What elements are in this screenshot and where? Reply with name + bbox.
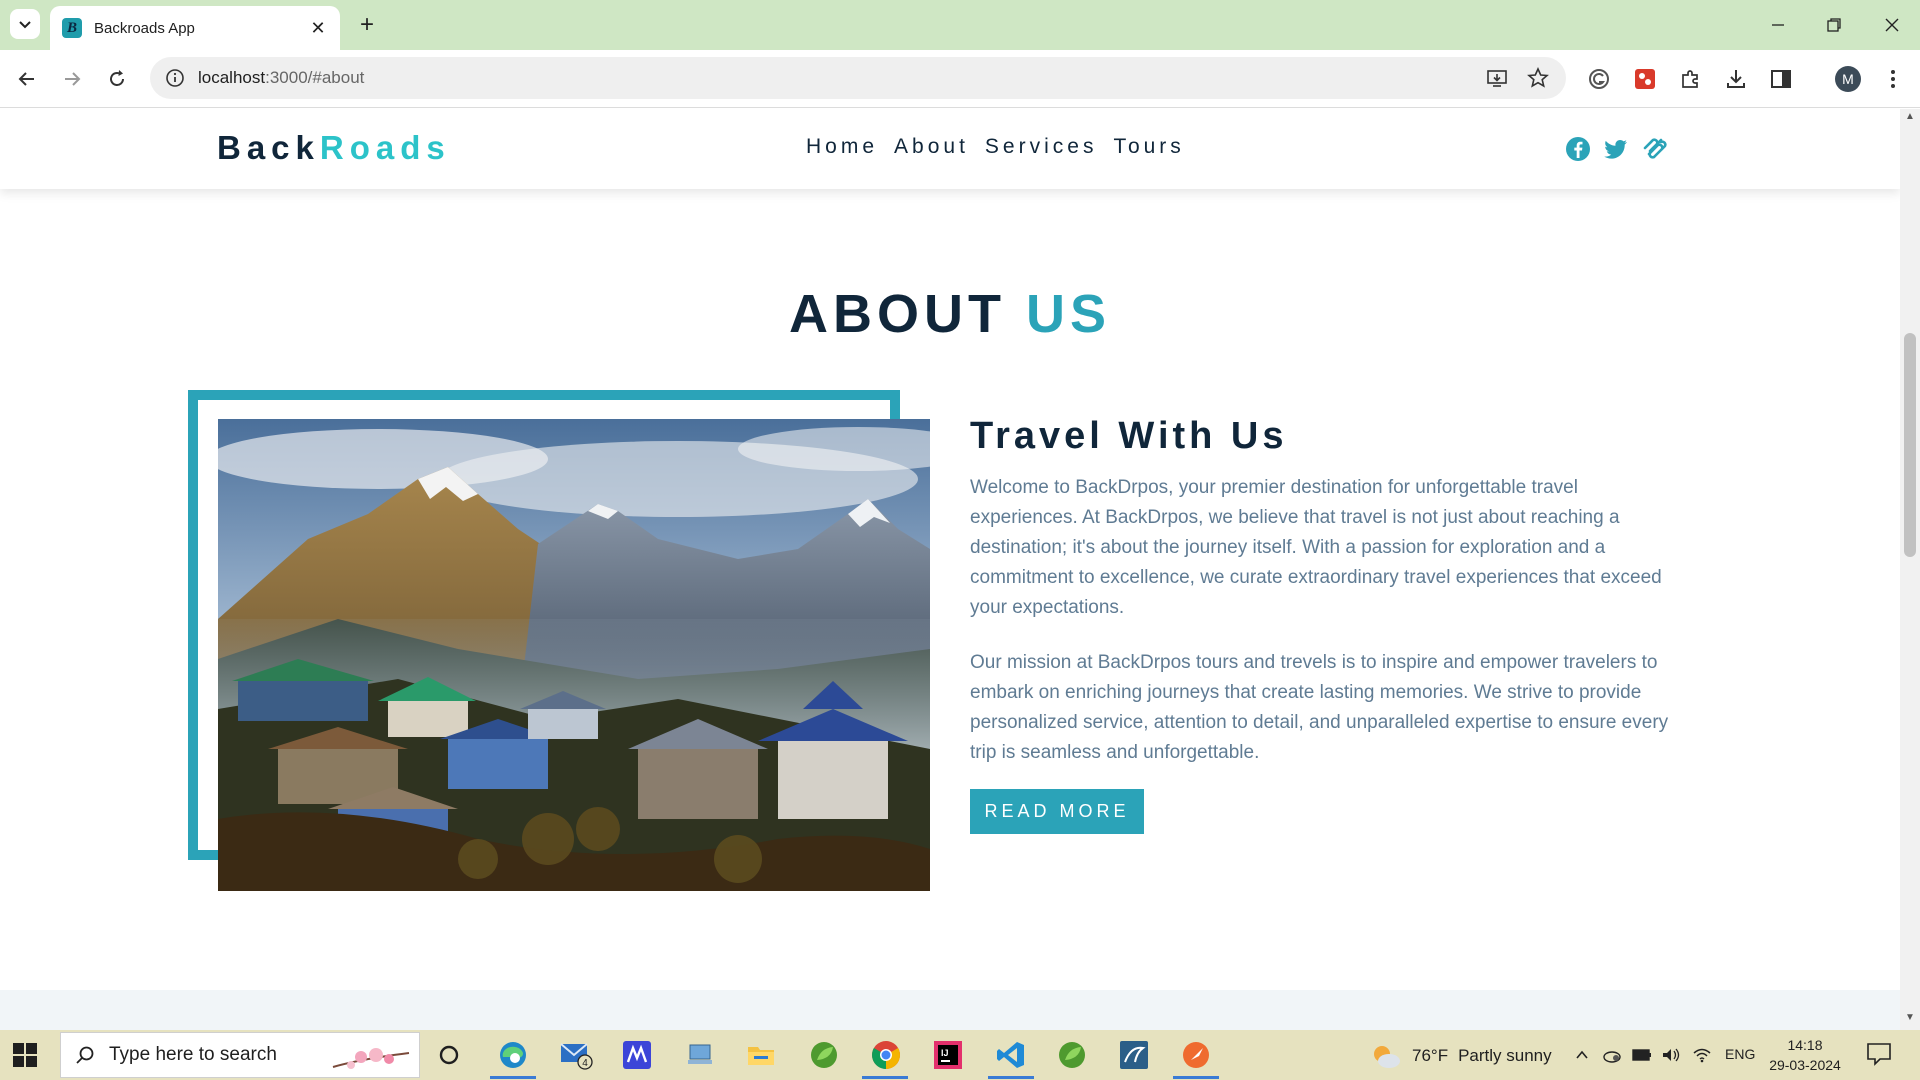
page-viewport: BackRoads Home About Services Tours ABOU… [0, 109, 1900, 1030]
weather-widget[interactable]: 76°F Partly sunny [1370, 1042, 1552, 1070]
active-app-indicator [988, 1076, 1034, 1079]
about-photo-mountain-village [218, 419, 930, 891]
file-explorer-icon[interactable] [744, 1038, 778, 1072]
search-icon [76, 1046, 94, 1064]
extensions-puzzle-icon[interactable] [1678, 66, 1704, 92]
brand-logo[interactable]: BackRoads [217, 129, 451, 167]
facebook-icon[interactable] [1563, 134, 1593, 164]
nav-link-services[interactable]: Services [985, 135, 1098, 159]
reload-button[interactable] [101, 63, 133, 95]
chrome-icon[interactable] [869, 1038, 903, 1072]
back-button[interactable] [11, 63, 43, 95]
mathtype-app-icon[interactable] [620, 1038, 654, 1072]
weather-condition: Partly sunny [1458, 1046, 1552, 1065]
browser-menu-icon[interactable] [1880, 66, 1906, 92]
forward-button[interactable] [56, 63, 88, 95]
battery-icon[interactable] [1631, 1044, 1653, 1066]
browser-toolbar: localhost:3000/#about [0, 50, 1920, 108]
new-tab-button[interactable]: + [352, 10, 382, 40]
weather-temperature: 76°F [1412, 1046, 1449, 1065]
active-app-indicator [1173, 1076, 1219, 1079]
clock-time: 14:18 [1787, 1037, 1823, 1053]
cortana-icon[interactable] [432, 1038, 466, 1072]
minimize-window-button[interactable] [1758, 8, 1798, 42]
bookmark-star-icon[interactable] [1525, 65, 1551, 91]
browser-tab[interactable]: B Backroads App ✕ [50, 6, 340, 50]
profile-avatar[interactable]: M [1835, 66, 1861, 92]
site-info-icon[interactable] [164, 67, 186, 89]
grammarly-extension-icon[interactable] [1586, 66, 1612, 92]
nav-links: Home About Services Tours [806, 135, 1185, 159]
nav-link-tours[interactable]: Tours [1113, 135, 1184, 159]
partly-sunny-icon [1374, 1046, 1400, 1068]
active-app-indicator [490, 1076, 536, 1079]
tab-search-button[interactable] [10, 9, 40, 39]
volume-icon[interactable] [1660, 1044, 1682, 1066]
red-extension-icon[interactable] [1632, 66, 1658, 92]
nav-link-home[interactable]: Home [806, 135, 878, 159]
scroll-up-arrow-icon[interactable]: ▲ [1900, 111, 1920, 127]
about-paragraph-2: Our mission at BackDrpos tours and treve… [970, 652, 1669, 763]
clock-date: 29-03-2024 [1769, 1057, 1841, 1073]
cloud-sync-icon[interactable] [1601, 1044, 1623, 1066]
scroll-down-arrow-icon[interactable]: ▼ [1900, 1012, 1920, 1028]
downloads-icon[interactable] [1723, 66, 1749, 92]
search-placeholder: Type here to search [109, 1044, 277, 1065]
taskbar-search-box[interactable]: Type here to search [60, 1032, 420, 1078]
mail-icon[interactable]: 4 [559, 1038, 593, 1072]
minimize-icon [1772, 24, 1784, 26]
spring-tool-icon[interactable] [807, 1038, 841, 1072]
this-pc-icon[interactable] [683, 1038, 717, 1072]
intellij-idea-icon[interactable]: IJ [931, 1038, 965, 1072]
arrow-right-icon [65, 72, 81, 86]
cherry-blossom-decoration-icon [332, 1048, 410, 1069]
spring-tool-suite-icon[interactable] [1055, 1038, 1089, 1072]
notification-center-icon[interactable] [1866, 1042, 1894, 1068]
arrow-left-icon [18, 72, 34, 86]
about-heading: Travel With Us [970, 415, 1288, 457]
svg-text:IJ: IJ [941, 1048, 949, 1058]
wifi-icon[interactable] [1691, 1044, 1713, 1066]
nav-link-about[interactable]: About [894, 135, 969, 159]
restore-window-button[interactable] [1814, 8, 1854, 42]
tab-title: Backroads App [94, 19, 195, 37]
address-bar[interactable]: localhost:3000/#about [150, 57, 1566, 99]
section-title: ABOUT US [788, 284, 1111, 344]
active-app-indicator [862, 1076, 908, 1079]
about-paragraph-1: Welcome to BackDrpos, your premier desti… [970, 477, 1662, 618]
url-text: localhost:3000/#about [198, 68, 365, 87]
windows-logo-icon [13, 1043, 37, 1067]
postman-icon[interactable] [1179, 1038, 1213, 1072]
read-more-button[interactable]: READ MORE [970, 789, 1144, 834]
browser-tab-bar: B Backroads App ✕ + [0, 0, 1920, 50]
edge-browser-icon[interactable] [496, 1038, 530, 1072]
svg-text:4: 4 [582, 1058, 588, 1069]
vscode-icon[interactable] [994, 1038, 1028, 1072]
restore-icon [1827, 18, 1841, 32]
squarespace-icon[interactable] [1640, 134, 1670, 164]
site-favicon-icon: B [62, 18, 82, 38]
twitter-icon[interactable] [1601, 134, 1631, 164]
side-panel-icon[interactable] [1768, 66, 1794, 92]
close-icon [1885, 18, 1899, 32]
windows-taskbar: Type here to search 4 IJ 76°F Partly sun… [0, 1030, 1920, 1080]
close-tab-icon[interactable]: ✕ [308, 18, 328, 39]
site-navbar: BackRoads Home About Services Tours [0, 109, 1900, 189]
page-scrollbar[interactable]: ▲ ▼ [1900, 109, 1920, 1030]
close-window-button[interactable] [1872, 8, 1912, 42]
system-clock[interactable]: 14:18 29-03-2024 [1764, 1035, 1846, 1075]
mysql-workbench-icon[interactable] [1117, 1038, 1151, 1072]
chevron-down-icon [19, 21, 31, 29]
reload-icon [110, 70, 124, 86]
windows-start-button[interactable] [12, 1042, 38, 1068]
scrollbar-thumb[interactable] [1904, 333, 1916, 557]
chevron-up-icon[interactable] [1571, 1044, 1593, 1066]
next-section-background [0, 990, 1900, 1030]
install-app-icon[interactable] [1484, 65, 1510, 91]
input-language[interactable]: ENG [1725, 1046, 1755, 1062]
